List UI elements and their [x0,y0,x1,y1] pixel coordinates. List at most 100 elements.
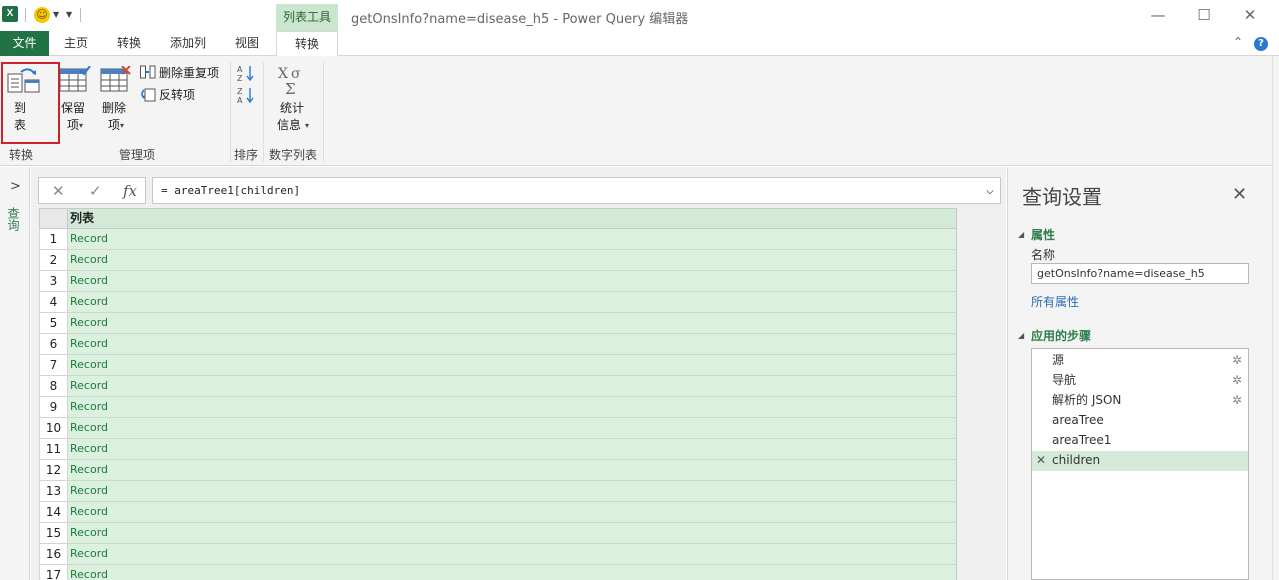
row-number[interactable]: 3 [39,271,68,292]
fx-icon[interactable]: fx [123,182,137,200]
sort-ascending-button[interactable]: A Z [237,64,255,83]
record-link[interactable]: Record [68,397,957,418]
queries-pane-label[interactable]: 查询 [6,207,22,231]
table-row[interactable]: 9 Record [39,397,957,418]
applied-step[interactable]: 源 ✲ [1032,351,1248,371]
table-row[interactable]: 6 Record [39,334,957,355]
row-number[interactable]: 16 [39,544,68,565]
row-number[interactable]: 10 [39,418,68,439]
applied-step[interactable]: areaTree1 [1032,431,1248,451]
row-number[interactable]: 8 [39,376,68,397]
reverse-items-button[interactable]: 反转项 [139,86,227,104]
tab-home[interactable]: 主页 [53,31,99,56]
sort-descending-button[interactable]: Z A [237,86,255,105]
table-row[interactable]: 14 Record [39,502,957,523]
record-link[interactable]: Record [68,418,957,439]
row-number[interactable]: 12 [39,460,68,481]
record-link[interactable]: Record [68,250,957,271]
chevron-down-icon[interactable]: ⌵ [986,178,994,203]
record-link[interactable]: Record [68,481,957,502]
statistics-button[interactable]: X σ Σ 统计 信息 ▾ [270,64,316,142]
remove-duplicates-icon [140,65,156,79]
grid-corner[interactable] [39,208,68,229]
row-number[interactable]: 17 [39,565,68,580]
record-link[interactable]: Record [68,313,957,334]
row-number[interactable]: 11 [39,439,68,460]
record-link[interactable]: Record [68,523,957,544]
gear-icon[interactable]: ✲ [1232,391,1242,410]
record-link[interactable]: Record [68,460,957,481]
collapse-triangle-icon[interactable]: ◢ [1018,331,1024,340]
scrollbar[interactable] [1272,56,1279,580]
table-row[interactable]: 4 Record [39,292,957,313]
column-header[interactable]: 列表 [68,208,957,229]
delete-step-icon[interactable]: ✕ [1036,451,1046,470]
table-row[interactable]: 11 Record [39,439,957,460]
table-row[interactable]: 2 Record [39,250,957,271]
remove-duplicates-button[interactable]: 删除重复项 [139,64,227,82]
applied-step[interactable]: 导航 ✲ [1032,371,1248,391]
cancel-icon[interactable]: ✕ [52,182,65,200]
record-link[interactable]: Record [68,565,957,580]
row-number[interactable]: 14 [39,502,68,523]
tab-list-transform[interactable]: 转换 [276,31,338,57]
collapse-triangle-icon[interactable]: ◢ [1018,230,1024,239]
applied-step[interactable]: areaTree [1032,411,1248,431]
table-row[interactable]: 7 Record [39,355,957,376]
tab-transform[interactable]: 转换 [108,31,150,56]
table-row[interactable]: 8 Record [39,376,957,397]
record-link[interactable]: Record [68,229,957,250]
row-number[interactable]: 2 [39,250,68,271]
smiley-feedback-icon[interactable]: ☺ [34,7,50,23]
help-icon[interactable]: ? [1254,37,1268,51]
maximize-button[interactable]: ☐ [1181,4,1227,28]
record-link[interactable]: Record [68,271,957,292]
row-number[interactable]: 5 [39,313,68,334]
row-number[interactable]: 13 [39,481,68,502]
record-link[interactable]: Record [68,292,957,313]
table-row[interactable]: 3 Record [39,271,957,292]
row-number[interactable]: 9 [39,397,68,418]
remove-items-button[interactable]: 删除 项 ▾ [99,64,135,142]
row-number[interactable]: 4 [39,292,68,313]
formula-input[interactable]: = areaTree1[children] ⌵ [152,177,1001,204]
table-row[interactable]: 17 Record [39,565,957,580]
table-row[interactable]: 16 Record [39,544,957,565]
tab-add-column[interactable]: 添加列 [162,31,214,56]
applied-step[interactable]: 解析的 JSON ✲ [1032,391,1248,411]
gear-icon[interactable]: ✲ [1232,351,1242,370]
applied-step[interactable]: ✕ children [1032,451,1248,471]
keep-items-button[interactable]: 保留 项 ▾ [58,64,94,142]
customize-toolbar-icon[interactable]: ▼ [66,10,72,19]
close-button[interactable]: ✕ [1227,4,1273,28]
row-number[interactable]: 1 [39,229,68,250]
gear-icon[interactable]: ✲ [1232,371,1242,390]
minimize-button[interactable]: — [1135,4,1181,28]
close-icon[interactable]: ✕ [1232,184,1247,205]
table-row[interactable]: 13 Record [39,481,957,502]
tab-view[interactable]: 视图 [226,31,268,56]
expand-queries-icon[interactable]: > [10,179,21,194]
row-number[interactable]: 6 [39,334,68,355]
step-label: 源 [1052,353,1065,367]
tab-file[interactable]: 文件 [0,31,49,56]
row-number[interactable]: 15 [39,523,68,544]
record-link[interactable]: Record [68,544,957,565]
record-link[interactable]: Record [68,376,957,397]
record-link[interactable]: Record [68,334,957,355]
query-name-input[interactable]: getOnsInfo?name=disease_h5 [1031,263,1249,284]
chevron-down-icon[interactable]: ▼ [53,10,59,19]
record-link[interactable]: Record [68,502,957,523]
all-properties-link[interactable]: 所有属性 [1031,293,1079,310]
record-link[interactable]: Record [68,439,957,460]
table-row[interactable]: 10 Record [39,418,957,439]
table-row[interactable]: 12 Record [39,460,957,481]
table-row[interactable]: 1 Record [39,229,957,250]
table-row[interactable]: 15 Record [39,523,957,544]
confirm-icon[interactable]: ✓ [89,182,102,200]
table-row[interactable]: 5 Record [39,313,957,334]
svg-text:Z: Z [237,74,243,82]
record-link[interactable]: Record [68,355,957,376]
collapse-ribbon-icon[interactable]: ⌃ [1233,35,1243,49]
row-number[interactable]: 7 [39,355,68,376]
